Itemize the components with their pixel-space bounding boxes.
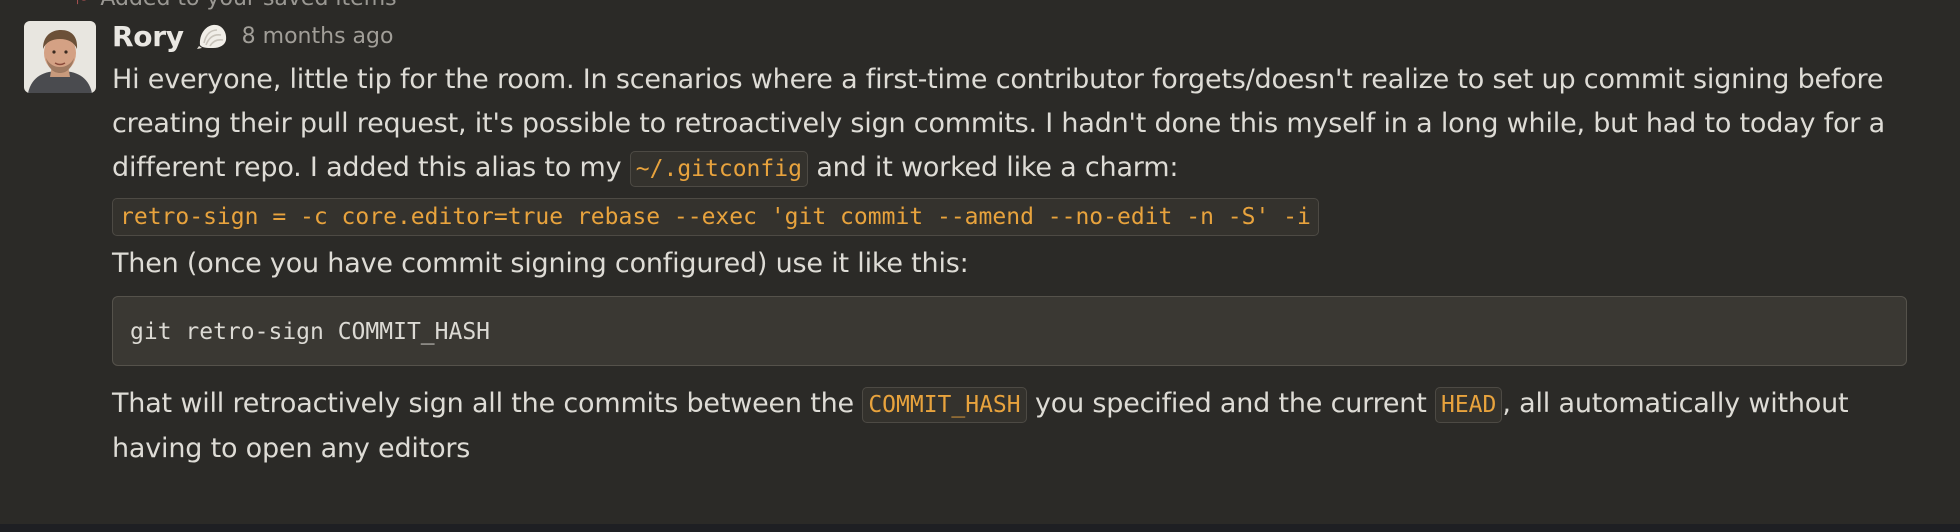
author-name[interactable]: Rory <box>112 20 184 53</box>
paragraph-text: you specified and the current <box>1026 388 1435 419</box>
message: Rory 8 months ago Hi everyone, little ti… <box>0 0 1960 520</box>
inline-code-gitconfig: ~/.gitconfig <box>629 151 808 187</box>
inline-code-head: HEAD <box>1434 387 1503 423</box>
bottom-bar <box>0 524 1960 532</box>
message-timestamp[interactable]: 8 months ago <box>242 24 394 49</box>
paragraph-text: That will retroactively sign all the com… <box>112 388 863 419</box>
inline-code-commit-hash: COMMIT_HASH <box>862 387 1027 423</box>
code-block: git retro-sign COMMIT_HASH <box>112 296 1907 366</box>
avatar-portrait-icon <box>24 21 96 93</box>
message-paragraph-1: Hi everyone, little tip for the room. In… <box>112 58 1932 191</box>
message-body: Hi everyone, little tip for the room. In… <box>112 58 1932 471</box>
avatar[interactable] <box>24 21 96 93</box>
inline-code-alias: retro-sign = -c core.editor=true rebase … <box>112 198 1319 236</box>
paragraph-text: and it worked like a charm: <box>807 152 1179 183</box>
message-paragraph-2: Then (once you have commit signing confi… <box>112 248 969 279</box>
message-paragraph-3: That will retroactively sign all the com… <box>112 382 1932 471</box>
message-header: Rory 8 months ago <box>112 16 393 56</box>
shell-icon[interactable] <box>196 21 230 51</box>
